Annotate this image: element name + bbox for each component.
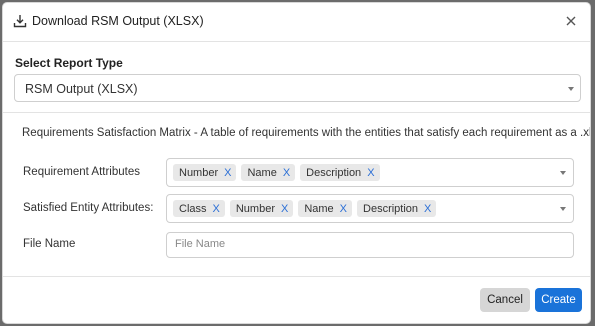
tag-chip: Description X	[300, 164, 380, 181]
remove-tag-icon[interactable]: X	[281, 203, 288, 215]
file-name-field[interactable]	[166, 232, 574, 258]
create-button[interactable]: Create	[535, 288, 582, 312]
dialog-title: Download RSM Output (XLSX)	[32, 14, 204, 28]
download-dialog: Download RSM Output (XLSX) Select Report…	[2, 2, 591, 324]
tag-chip: Number X	[229, 200, 294, 217]
file-name-label: File Name	[23, 238, 76, 250]
requirement-attributes-label: Requirement Attributes	[23, 166, 140, 178]
remove-tag-icon[interactable]: X	[283, 167, 290, 179]
download-icon	[13, 15, 27, 28]
section-divider	[3, 112, 590, 113]
report-type-label: Select Report Type	[15, 56, 123, 70]
close-icon[interactable]	[562, 12, 580, 30]
tag-chip: Number X	[173, 164, 237, 181]
remove-tag-icon[interactable]: X	[213, 203, 220, 215]
report-type-select[interactable]: RSM Output (XLSX)	[14, 74, 581, 102]
tag-chip: Class X	[173, 200, 225, 217]
remove-tag-icon[interactable]: X	[424, 203, 431, 215]
cancel-button[interactable]: Cancel	[480, 288, 530, 312]
report-description: Requirements Satisfaction Matrix - A tab…	[22, 127, 591, 139]
chevron-down-icon	[568, 87, 574, 91]
remove-tag-icon[interactable]: X	[340, 203, 347, 215]
satisfied-entity-attributes-select[interactable]: Class X Number X Name X Description X	[166, 194, 574, 223]
tag-chip: Description X	[357, 200, 437, 217]
remove-tag-icon[interactable]: X	[367, 167, 374, 179]
remove-tag-icon[interactable]: X	[224, 167, 231, 179]
tag-chip: Name X	[298, 200, 353, 217]
report-type-value: RSM Output (XLSX)	[25, 82, 138, 96]
dialog-header: Download RSM Output (XLSX)	[3, 3, 590, 42]
chevron-down-icon	[560, 207, 566, 211]
satisfied-entity-attributes-label: Satisfied Entity Attributes:	[23, 202, 154, 214]
chevron-down-icon	[560, 171, 566, 175]
requirement-attributes-select[interactable]: Number X Name X Description X	[166, 158, 574, 187]
footer-divider	[3, 276, 590, 277]
file-name-input[interactable]	[175, 238, 555, 250]
tag-chip: Name X	[241, 164, 296, 181]
